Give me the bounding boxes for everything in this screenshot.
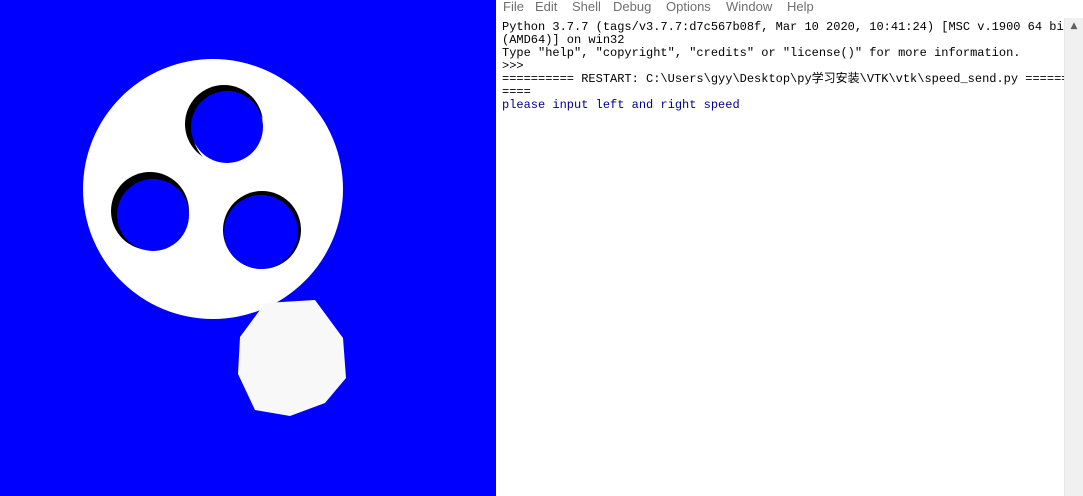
vtk-scene: [0, 0, 496, 496]
hole-opening: [191, 91, 263, 163]
vtk-render-window[interactable]: [0, 0, 496, 496]
menu-shell[interactable]: Shell: [572, 0, 601, 14]
menu-edit[interactable]: Edit: [535, 0, 557, 14]
idle-shell-window: File Edit Shell Debug Options Window Hel…: [496, 0, 1083, 496]
menu-file[interactable]: File: [503, 0, 524, 14]
menu-options[interactable]: Options: [666, 0, 711, 14]
shell-banner-line-3: Type "help", "copyright", "credits" or "…: [502, 46, 1021, 60]
menu-window[interactable]: Window: [726, 0, 772, 14]
shell-restart-line: ========== RESTART: C:\Users\gyy\Desktop…: [502, 72, 1064, 86]
menu-help[interactable]: Help: [787, 0, 814, 14]
disk-hole-right: [223, 191, 301, 269]
input-prompt-text: please input left and right speed: [502, 98, 740, 112]
vertical-scrollbar[interactable]: ▲: [1064, 18, 1083, 496]
hole-opening: [117, 179, 189, 251]
shell-text-area[interactable]: Python 3.7.7 (tags/v3.7.7:d7c567b08f, Ma…: [496, 18, 1064, 496]
scroll-up-icon[interactable]: ▲: [1065, 18, 1083, 35]
hole-opening: [224, 195, 298, 269]
menu-debug[interactable]: Debug: [613, 0, 651, 14]
menu-bar: File Edit Shell Debug Options Window Hel…: [496, 0, 1083, 16]
